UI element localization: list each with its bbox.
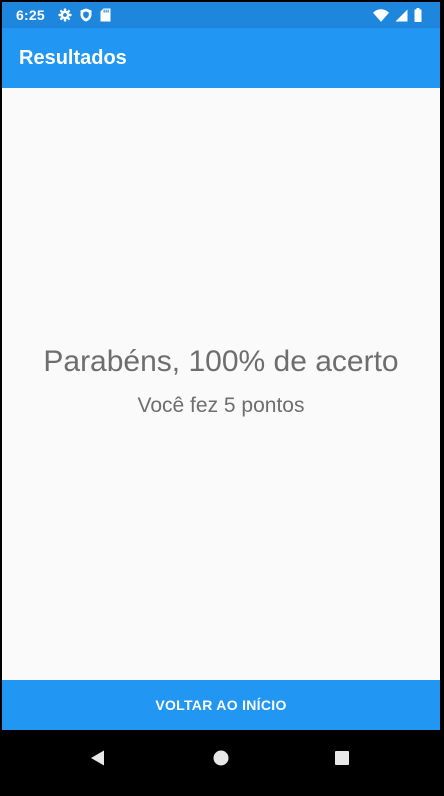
recents-icon[interactable] xyxy=(330,746,354,770)
page-title: Resultados xyxy=(19,47,127,69)
app-bar: Resultados xyxy=(2,28,440,88)
result-headline: Parabéns, 100% de acerto xyxy=(43,345,399,378)
status-system-icons xyxy=(373,8,422,27)
status-bar: 6:25 xyxy=(2,2,440,28)
device-screen: 6:25 Resultados Parabéns, 100% de acerto… xyxy=(2,2,440,794)
back-icon[interactable] xyxy=(86,746,110,770)
sd-card-icon xyxy=(100,8,111,27)
signal-icon xyxy=(395,9,408,27)
battery-icon xyxy=(414,8,422,27)
home-icon[interactable] xyxy=(209,746,233,770)
shield-icon xyxy=(80,8,92,27)
results-content: Parabéns, 100% de acerto Você fez 5 pont… xyxy=(2,88,440,680)
wifi-icon xyxy=(373,8,389,27)
back-to-start-button[interactable]: VOLTAR AO INÍCIO xyxy=(2,680,440,730)
system-nav-bar xyxy=(2,730,440,794)
status-notification-icons xyxy=(58,8,111,27)
score-text: Você fez 5 pontos xyxy=(137,394,305,417)
gear-icon xyxy=(58,8,72,27)
status-time: 6:25 xyxy=(16,7,45,23)
